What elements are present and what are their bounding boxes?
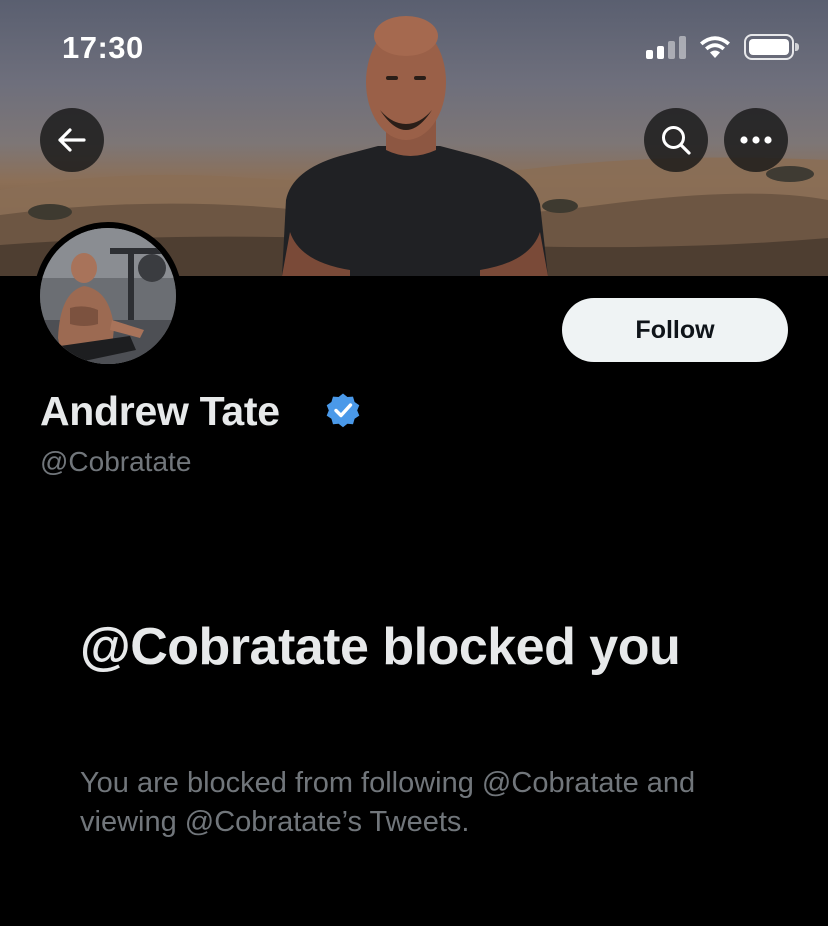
profile-screen: 17:30 Follow Andrew Tate @Cobratate @Cob…	[0, 0, 828, 926]
battery-icon	[744, 34, 799, 60]
more-options-button[interactable]	[724, 108, 788, 172]
wifi-icon	[700, 36, 730, 58]
profile-display-name: Andrew Tate	[40, 388, 280, 434]
status-bar-time: 17:30	[62, 30, 144, 65]
arrow-left-icon	[58, 128, 86, 152]
cellular-signal-icon	[646, 35, 686, 59]
blocked-title: @Cobratate blocked you	[80, 618, 681, 676]
avatar-image	[40, 228, 176, 364]
follow-button[interactable]: Follow	[562, 298, 788, 362]
profile-avatar[interactable]	[34, 222, 182, 370]
search-icon	[662, 126, 691, 155]
profile-handle: @Cobratate	[40, 446, 192, 477]
blocked-description: You are blocked from following @Cobratat…	[80, 767, 696, 838]
verified-badge-icon	[326, 393, 360, 428]
more-horizontal-icon	[740, 136, 772, 144]
status-bar-icons	[646, 34, 799, 60]
back-button[interactable]	[40, 108, 104, 172]
search-button[interactable]	[644, 108, 708, 172]
